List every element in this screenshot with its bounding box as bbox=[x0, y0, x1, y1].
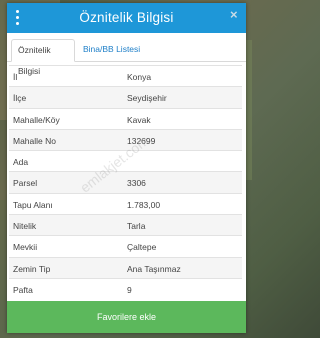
row-value: Çaltepe bbox=[127, 242, 157, 253]
close-icon[interactable]: × bbox=[230, 8, 240, 21]
row-key: Parsel bbox=[13, 178, 38, 189]
table-row: İlçe Seydişehir bbox=[9, 86, 242, 108]
table-row: Mahalle/Köy Kavak bbox=[9, 107, 242, 129]
row-key: İlçe bbox=[13, 93, 27, 104]
table-row: Zemin Tip Ana Taşınmaz bbox=[9, 256, 242, 278]
dialog-header: Öznitelik Bilgisi × bbox=[7, 3, 246, 33]
row-value: 1.783,00 bbox=[127, 199, 161, 210]
table-row: Nitelik Tarla bbox=[9, 214, 242, 236]
row-value: Kavak bbox=[127, 114, 151, 125]
row-value: Seydişehir bbox=[127, 93, 167, 104]
tab-attribute-info[interactable]: Öznitelik Bilgisi bbox=[11, 39, 75, 76]
row-key: Pafta bbox=[13, 284, 33, 295]
table-row: Mevkii Çaltepe bbox=[9, 235, 242, 256]
row-key: Tapu Alanı bbox=[13, 199, 53, 210]
add-to-favorites-button[interactable]: Favorilere ekle bbox=[7, 301, 246, 333]
row-value: Tarla bbox=[127, 221, 146, 232]
table-row: Pafta 9 bbox=[9, 277, 242, 299]
row-key: Ada bbox=[13, 157, 29, 168]
row-key: Mahalle No bbox=[13, 135, 56, 146]
tab-building-list[interactable]: Bina/BB Listesi bbox=[77, 39, 146, 60]
tab-bar: Öznitelik Bilgisi Bina/BB Listesi bbox=[7, 39, 246, 76]
table-row: İl Konya bbox=[9, 65, 242, 86]
attribute-info-dialog: Öznitelik Bilgisi × Öznitelik Bilgisi Bi… bbox=[7, 3, 246, 333]
row-key: Mahalle/Köy bbox=[13, 114, 60, 125]
row-key: Mevkii bbox=[13, 242, 38, 253]
dialog-title: Öznitelik Bilgisi bbox=[79, 10, 174, 25]
row-key: İl bbox=[13, 72, 18, 82]
table-row: Tapu Alanı 1.783,00 bbox=[9, 192, 242, 214]
row-key: Zemin Tip bbox=[13, 263, 51, 274]
row-value: Ana Taşınmaz bbox=[127, 263, 181, 274]
row-value: Konya bbox=[127, 72, 152, 82]
row-value: 3306 bbox=[127, 178, 146, 189]
row-value: 9 bbox=[127, 284, 132, 295]
table-row: Parsel 3306 bbox=[9, 171, 242, 193]
attribute-table: İl Konya İlçe Seydişehir Mahalle/Köy Kavak … bbox=[9, 65, 242, 299]
row-key: Nitelik bbox=[13, 221, 37, 232]
